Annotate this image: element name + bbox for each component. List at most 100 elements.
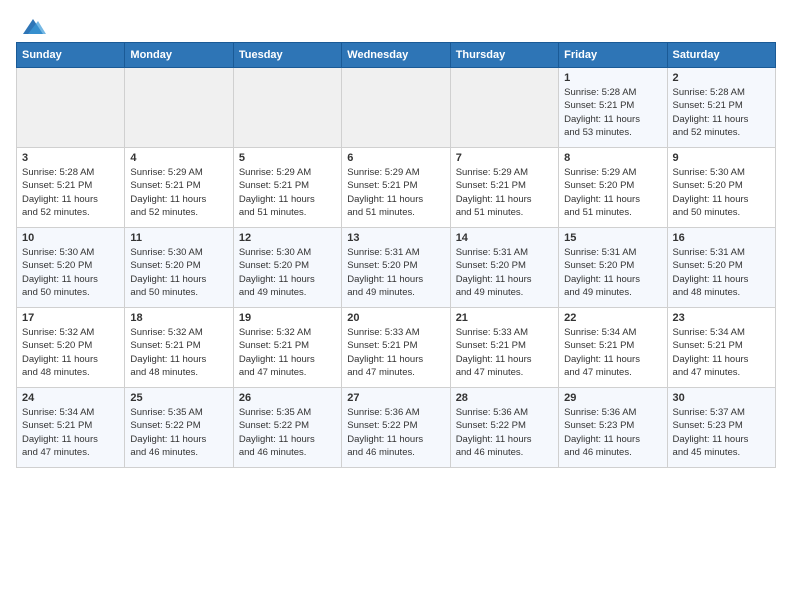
calendar-cell	[17, 68, 125, 148]
day-info: Sunrise: 5:29 AMSunset: 5:21 PMDaylight:…	[239, 166, 336, 219]
day-info: Sunrise: 5:35 AMSunset: 5:22 PMDaylight:…	[130, 406, 227, 459]
day-number: 29	[564, 392, 661, 404]
calendar-week-row: 1 Sunrise: 5:28 AMSunset: 5:21 PMDaylight…	[17, 68, 776, 148]
day-number: 1	[564, 72, 661, 84]
calendar-cell: 28Sunrise: 5:36 AMSunset: 5:22 PMDayligh…	[450, 388, 558, 468]
day-info: Sunrise: 5:29 AMSunset: 5:21 PMDaylight:…	[456, 166, 553, 219]
calendar-week-row: 17 Sunrise: 5:32 AMSunset: 5:20 PMDayligh…	[17, 308, 776, 388]
calendar-week-row: 10 Sunrise: 5:30 AMSunset: 5:20 PMDayligh…	[17, 228, 776, 308]
day-info: Sunrise: 5:33 AMSunset: 5:21 PMDaylight:…	[347, 326, 444, 379]
day-info: Sunrise: 5:29 AMSunset: 5:21 PMDaylight:…	[130, 166, 227, 219]
calendar-cell: 23 Sunrise: 5:34 AMSunset: 5:21 PMDayligh…	[667, 308, 775, 388]
day-number: 21	[456, 312, 553, 324]
calendar-cell: 7 Sunrise: 5:29 AMSunset: 5:21 PMDaylight…	[450, 148, 558, 228]
day-info: Sunrise: 5:30 AMSunset: 5:20 PMDaylight:…	[239, 246, 336, 299]
day-number: 9	[673, 152, 770, 164]
calendar-cell: 27 Sunrise: 5:36 AMSunset: 5:22 PMDayligh…	[342, 388, 450, 468]
day-info: Sunrise: 5:36 AMSunset: 5:23 PMDaylight:…	[564, 406, 661, 459]
day-info: Sunrise: 5:35 AMSunset: 5:22 PMDaylight:…	[239, 406, 336, 459]
calendar-cell: 14 Sunrise: 5:31 AMSunset: 5:20 PMDayligh…	[450, 228, 558, 308]
day-of-week-header: Monday	[125, 43, 233, 68]
calendar-cell: 11 Sunrise: 5:30 AMSunset: 5:20 PMDayligh…	[125, 228, 233, 308]
day-number: 24	[22, 392, 119, 404]
day-number: 10	[22, 232, 119, 244]
day-info: Sunrise: 5:32 AMSunset: 5:21 PMDaylight:…	[239, 326, 336, 379]
calendar-cell: 30 Sunrise: 5:37 AMSunset: 5:23 PMDayligh…	[667, 388, 775, 468]
day-number: 27	[347, 392, 444, 404]
day-of-week-header: Wednesday	[342, 43, 450, 68]
calendar-cell: 24 Sunrise: 5:34 AMSunset: 5:21 PMDayligh…	[17, 388, 125, 468]
day-info: Sunrise: 5:28 AMSunset: 5:21 PMDaylight:…	[22, 166, 119, 219]
day-info: Sunrise: 5:30 AMSunset: 5:20 PMDaylight:…	[673, 166, 770, 219]
logo-icon	[18, 16, 48, 38]
calendar-week-row: 24 Sunrise: 5:34 AMSunset: 5:21 PMDayligh…	[17, 388, 776, 468]
day-number: 7	[456, 152, 553, 164]
day-number: 3	[22, 152, 119, 164]
calendar-table: SundayMondayTuesdayWednesdayThursdayFrid…	[16, 42, 776, 468]
day-of-week-header: Friday	[559, 43, 667, 68]
calendar-cell: 26 Sunrise: 5:35 AMSunset: 5:22 PMDayligh…	[233, 388, 341, 468]
day-info: Sunrise: 5:34 AMSunset: 5:21 PMDaylight:…	[673, 326, 770, 379]
day-number: 2	[673, 72, 770, 84]
day-number: 13	[347, 232, 444, 244]
calendar-cell: 1 Sunrise: 5:28 AMSunset: 5:21 PMDaylight…	[559, 68, 667, 148]
calendar-cell: 9 Sunrise: 5:30 AMSunset: 5:20 PMDaylight…	[667, 148, 775, 228]
day-number: 4	[130, 152, 227, 164]
day-number: 5	[239, 152, 336, 164]
calendar-cell	[450, 68, 558, 148]
calendar-cell	[342, 68, 450, 148]
day-info: Sunrise: 5:31 AMSunset: 5:20 PMDaylight:…	[347, 246, 444, 299]
day-of-week-header: Thursday	[450, 43, 558, 68]
calendar-cell	[125, 68, 233, 148]
calendar-cell: 2 Sunrise: 5:28 AMSunset: 5:21 PMDaylight…	[667, 68, 775, 148]
calendar-cell: 20Sunrise: 5:33 AMSunset: 5:21 PMDayligh…	[342, 308, 450, 388]
day-number: 8	[564, 152, 661, 164]
day-info: Sunrise: 5:29 AMSunset: 5:21 PMDaylight:…	[347, 166, 444, 219]
day-info: Sunrise: 5:30 AMSunset: 5:20 PMDaylight:…	[22, 246, 119, 299]
calendar-cell: 10 Sunrise: 5:30 AMSunset: 5:20 PMDayligh…	[17, 228, 125, 308]
calendar-cell	[233, 68, 341, 148]
day-info: Sunrise: 5:31 AMSunset: 5:20 PMDaylight:…	[456, 246, 553, 299]
day-number: 26	[239, 392, 336, 404]
calendar-cell: 15Sunrise: 5:31 AMSunset: 5:20 PMDayligh…	[559, 228, 667, 308]
day-number: 14	[456, 232, 553, 244]
day-number: 12	[239, 232, 336, 244]
calendar-cell: 3 Sunrise: 5:28 AMSunset: 5:21 PMDaylight…	[17, 148, 125, 228]
day-number: 17	[22, 312, 119, 324]
day-info: Sunrise: 5:28 AMSunset: 5:21 PMDaylight:…	[673, 86, 770, 139]
day-info: Sunrise: 5:31 AMSunset: 5:20 PMDaylight:…	[673, 246, 770, 299]
calendar-cell: 21Sunrise: 5:33 AMSunset: 5:21 PMDayligh…	[450, 308, 558, 388]
day-info: Sunrise: 5:36 AMSunset: 5:22 PMDaylight:…	[347, 406, 444, 459]
calendar-cell: 12 Sunrise: 5:30 AMSunset: 5:20 PMDayligh…	[233, 228, 341, 308]
day-info: Sunrise: 5:32 AMSunset: 5:20 PMDaylight:…	[22, 326, 119, 379]
day-number: 28	[456, 392, 553, 404]
calendar-header-row: SundayMondayTuesdayWednesdayThursdayFrid…	[17, 43, 776, 68]
day-info: Sunrise: 5:37 AMSunset: 5:23 PMDaylight:…	[673, 406, 770, 459]
calendar-cell: 25Sunrise: 5:35 AMSunset: 5:22 PMDayligh…	[125, 388, 233, 468]
day-info: Sunrise: 5:29 AMSunset: 5:20 PMDaylight:…	[564, 166, 661, 219]
calendar-cell: 4 Sunrise: 5:29 AMSunset: 5:21 PMDaylight…	[125, 148, 233, 228]
calendar-cell: 19 Sunrise: 5:32 AMSunset: 5:21 PMDayligh…	[233, 308, 341, 388]
calendar-cell: 5 Sunrise: 5:29 AMSunset: 5:21 PMDaylight…	[233, 148, 341, 228]
day-info: Sunrise: 5:30 AMSunset: 5:20 PMDaylight:…	[130, 246, 227, 299]
day-of-week-header: Tuesday	[233, 43, 341, 68]
calendar-cell: 16Sunrise: 5:31 AMSunset: 5:20 PMDayligh…	[667, 228, 775, 308]
day-info: Sunrise: 5:34 AMSunset: 5:21 PMDaylight:…	[564, 326, 661, 379]
day-number: 30	[673, 392, 770, 404]
day-info: Sunrise: 5:34 AMSunset: 5:21 PMDaylight:…	[22, 406, 119, 459]
day-number: 23	[673, 312, 770, 324]
day-info: Sunrise: 5:31 AMSunset: 5:20 PMDaylight:…	[564, 246, 661, 299]
calendar-cell: 29 Sunrise: 5:36 AMSunset: 5:23 PMDayligh…	[559, 388, 667, 468]
calendar-cell: 13 Sunrise: 5:31 AMSunset: 5:20 PMDayligh…	[342, 228, 450, 308]
day-info: Sunrise: 5:28 AMSunset: 5:21 PMDaylight:…	[564, 86, 661, 139]
calendar-cell: 8 Sunrise: 5:29 AMSunset: 5:20 PMDaylight…	[559, 148, 667, 228]
calendar-cell: 22 Sunrise: 5:34 AMSunset: 5:21 PMDayligh…	[559, 308, 667, 388]
calendar-cell: 18Sunrise: 5:32 AMSunset: 5:21 PMDayligh…	[125, 308, 233, 388]
day-number: 11	[130, 232, 227, 244]
day-number: 19	[239, 312, 336, 324]
day-of-week-header: Sunday	[17, 43, 125, 68]
day-number: 22	[564, 312, 661, 324]
day-of-week-header: Saturday	[667, 43, 775, 68]
logo	[16, 16, 48, 34]
calendar-cell: 17 Sunrise: 5:32 AMSunset: 5:20 PMDayligh…	[17, 308, 125, 388]
